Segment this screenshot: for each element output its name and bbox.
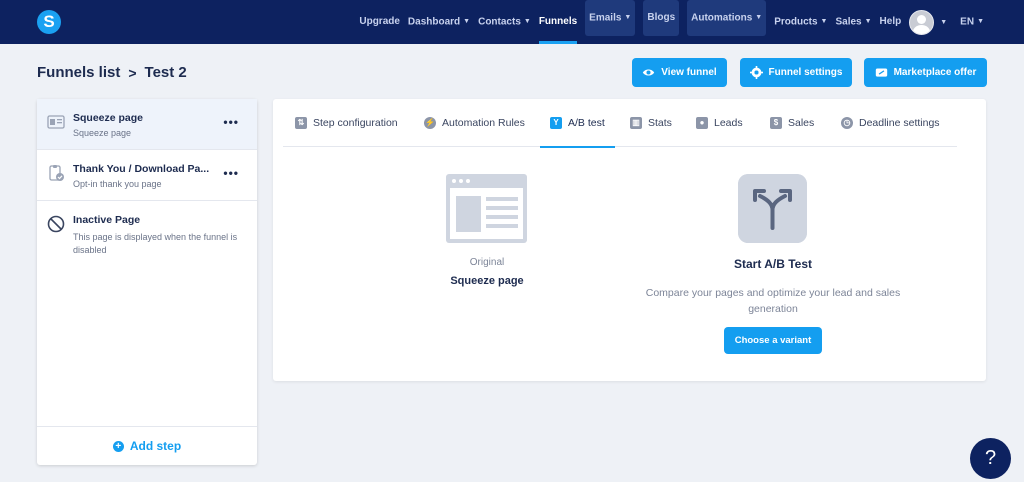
tab-ab-test[interactable]: Y A/B test xyxy=(540,99,615,148)
nav-sales[interactable]: Sales ▼ xyxy=(835,0,871,44)
nav-products[interactable]: Products ▼ xyxy=(774,0,827,44)
tab-deadline-settings[interactable]: ◷ Deadline settings xyxy=(841,99,940,147)
funnel-settings-label: Funnel settings xyxy=(768,67,843,78)
dollar-icon: $ xyxy=(770,117,782,129)
view-funnel-button[interactable]: View funnel xyxy=(632,58,727,87)
nav-funnels[interactable]: Funnels xyxy=(538,0,578,44)
nav-automations[interactable]: Automations ▼ xyxy=(687,0,767,36)
step-subtitle: This page is displayed when the funnel i… xyxy=(73,232,238,255)
nav-emails[interactable]: Emails ▼ xyxy=(585,0,636,36)
chevron-down-icon: ▼ xyxy=(820,18,828,25)
ticket-icon xyxy=(875,68,887,77)
step-item-squeeze-page[interactable]: Squeeze page Squeeze page ••• xyxy=(37,99,257,150)
gear-icon xyxy=(749,66,763,79)
tab-step-configuration[interactable]: ⇅ Step configuration xyxy=(295,99,398,147)
marketplace-offer-button[interactable]: Marketplace offer xyxy=(864,58,987,87)
nav-contacts-label: Contacts xyxy=(478,16,521,28)
step-detail-panel: ⇅ Step configuration ⚡ Automation Rules … xyxy=(273,99,986,381)
breadcrumb-separator: > xyxy=(128,64,137,81)
more-options-icon[interactable]: ••• xyxy=(223,115,239,129)
page-title: Test 2 xyxy=(144,64,187,81)
steps-sidebar: Squeeze page Squeeze page ••• Thank You … xyxy=(37,99,257,465)
add-step-button[interactable]: + Add step xyxy=(37,426,257,465)
step-subtitle: Opt-in thank you page xyxy=(73,179,162,189)
funnel-settings-button[interactable]: Funnel settings xyxy=(740,58,852,87)
language-label: EN xyxy=(960,16,975,28)
ab-test-description: Compare your pages and optimize your lea… xyxy=(645,287,901,315)
tab-label: Deadline settings xyxy=(859,117,940,129)
app-logo[interactable]: S xyxy=(37,10,61,34)
nav-sales-label: Sales xyxy=(835,16,862,28)
tab-label: A/B test xyxy=(568,117,605,129)
breadcrumb-funnels-list[interactable]: Funnels list xyxy=(37,64,120,81)
step-item-thank-you[interactable]: Thank You / Download Pa... Opt-in thank … xyxy=(37,150,257,201)
tab-automation-rules[interactable]: ⚡ Automation Rules xyxy=(424,99,525,147)
step-title: Thank You / Download Pa... xyxy=(73,163,210,175)
plus-icon: + xyxy=(112,440,124,452)
tab-stats[interactable]: ▥ Stats xyxy=(630,99,672,147)
user-avatar[interactable] xyxy=(909,9,935,35)
step-item-inactive-page[interactable]: Inactive Page This page is displayed whe… xyxy=(37,201,257,271)
page-layout-icon xyxy=(446,174,527,243)
add-step-label: Add step xyxy=(129,439,182,453)
nav-help[interactable]: Help xyxy=(880,0,902,44)
nav-help-label: Help xyxy=(879,16,902,27)
tab-label: Sales xyxy=(788,117,815,129)
users-icon: ● xyxy=(696,117,708,129)
split-arrows-icon xyxy=(738,174,807,243)
original-label: Original xyxy=(469,257,505,268)
step-tabs: ⇅ Step configuration ⚡ Automation Rules … xyxy=(283,99,957,148)
eye-icon xyxy=(643,69,655,76)
disabled-icon xyxy=(47,215,65,233)
start-ab-test-title: Start A/B Test xyxy=(733,257,812,271)
sliders-icon: ⇅ xyxy=(295,117,307,129)
clock-icon: ◷ xyxy=(841,117,853,129)
tab-sales[interactable]: $ Sales xyxy=(770,99,814,147)
breadcrumb: Funnels list > Test 2 xyxy=(37,64,187,81)
chevron-down-icon: ▼ xyxy=(523,18,531,25)
nav-emails-label: Emails xyxy=(589,12,622,24)
nav-blogs[interactable]: Blogs xyxy=(643,0,680,36)
chevron-down-icon[interactable]: ▼ xyxy=(940,19,947,26)
more-options-icon[interactable]: ••• xyxy=(223,166,239,180)
lightning-icon: ⚡ xyxy=(424,117,436,129)
clipboard-check-icon xyxy=(49,165,64,181)
step-subtitle: Squeeze page xyxy=(73,128,132,138)
tab-label: Step configuration xyxy=(313,117,398,129)
marketplace-offer-label: Marketplace offer xyxy=(893,67,977,78)
view-funnel-label: View funnel xyxy=(661,67,717,78)
top-navbar: S Upgrade Dashboard ▼ Contacts ▼ Funnels E… xyxy=(0,0,1024,44)
chevron-down-icon: ▼ xyxy=(977,18,984,25)
bar-chart-icon: ▥ xyxy=(630,117,642,129)
tab-label: Stats xyxy=(648,117,672,129)
language-selector[interactable]: EN ▼ xyxy=(960,0,984,44)
nav-automations-label: Automations xyxy=(691,12,753,24)
choose-variant-button[interactable]: Choose a variant xyxy=(724,327,822,354)
nav-dashboard-label: Dashboard xyxy=(407,16,461,28)
page-icon xyxy=(47,115,65,129)
nav-dashboard[interactable]: Dashboard ▼ xyxy=(408,0,470,44)
chevron-down-icon: ▼ xyxy=(755,14,763,21)
nav-products-label: Products xyxy=(774,16,818,28)
tab-label: Leads xyxy=(714,117,743,129)
nav-contacts[interactable]: Contacts ▼ xyxy=(478,0,531,44)
nav-funnels-label: Funnels xyxy=(538,16,578,27)
nav-blogs-label: Blogs xyxy=(647,12,676,23)
chevron-down-icon: ▼ xyxy=(864,18,872,25)
nav-upgrade-label: Upgrade xyxy=(359,16,400,27)
chevron-down-icon: ▼ xyxy=(463,18,471,25)
original-page-name: Squeeze page xyxy=(450,275,524,287)
nav-upgrade[interactable]: Upgrade xyxy=(359,0,400,44)
split-arrow-icon: Y xyxy=(550,117,562,129)
nav-menu: Upgrade Dashboard ▼ Contacts ▼ Funnels Ema… xyxy=(355,0,988,44)
help-button[interactable]: ? xyxy=(970,438,1011,479)
step-title: Inactive Page xyxy=(73,214,141,226)
tab-label: Automation Rules xyxy=(442,117,525,129)
step-title: Squeeze page xyxy=(73,112,144,124)
tab-leads[interactable]: ● Leads xyxy=(696,99,743,147)
chevron-down-icon: ▼ xyxy=(624,14,632,21)
